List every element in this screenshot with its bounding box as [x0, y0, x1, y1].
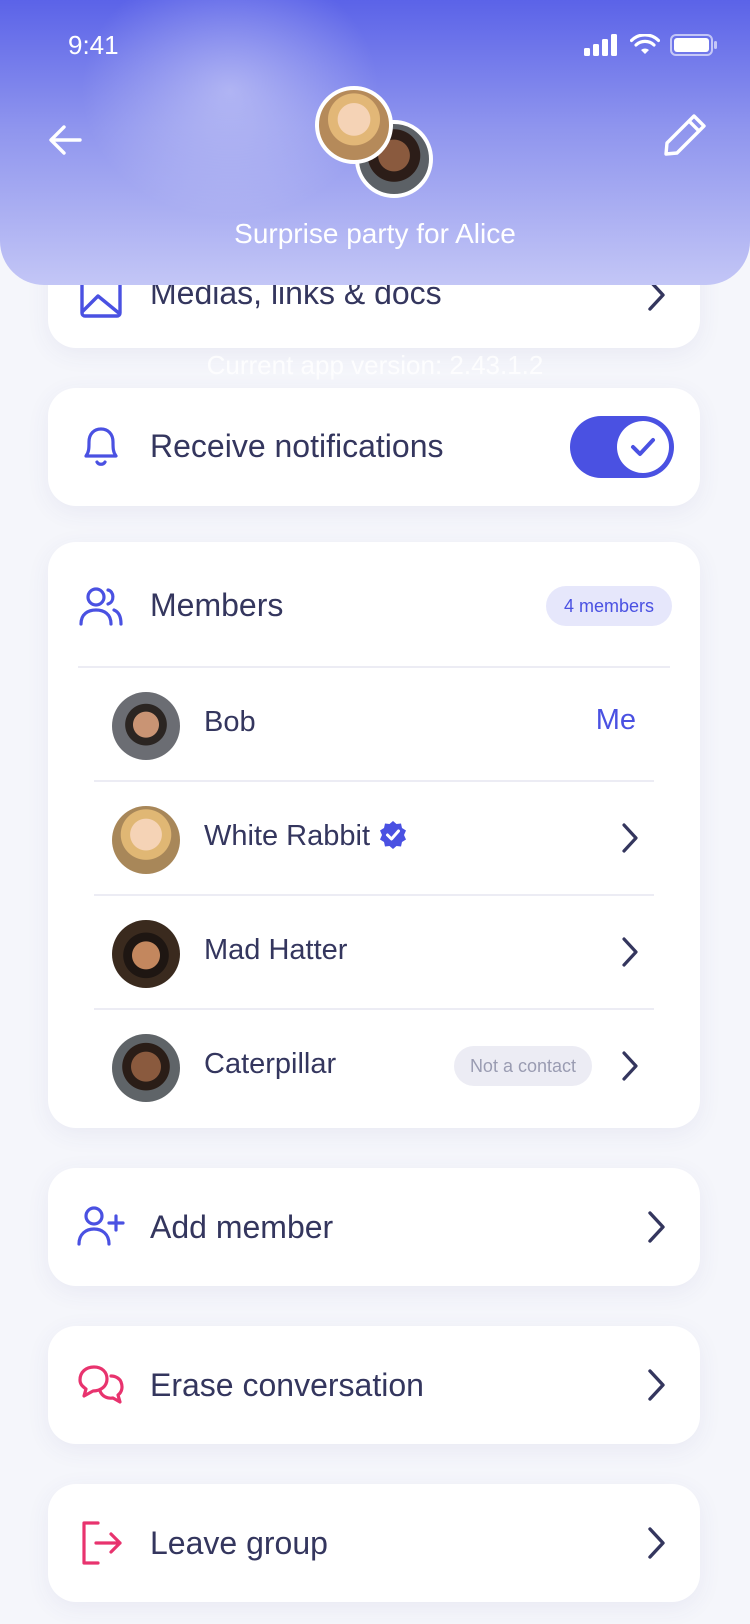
member-row-mad-hatter[interactable]: Mad Hatter [94, 896, 654, 1010]
me-label: Me [595, 704, 636, 736]
check-icon [631, 438, 655, 456]
chevron-right-icon [648, 1211, 665, 1243]
wifi-icon [630, 34, 660, 54]
app-version: Current app version: 2.43.1.2 [206, 350, 544, 380]
chevron-right-icon [648, 1369, 665, 1401]
users-icon [79, 587, 123, 626]
status-icons [584, 34, 718, 56]
member-row-bob[interactable]: Bob Me [94, 668, 654, 782]
logout-icon [82, 1521, 122, 1565]
member-name: Caterpillar [204, 1048, 337, 1080]
notifications-toggle[interactable] [570, 416, 674, 478]
avatar [112, 1034, 180, 1102]
leave-group-row[interactable]: Leave group [48, 1484, 700, 1602]
member-name: Bob [204, 706, 256, 738]
chevron-right-icon [622, 937, 638, 967]
notifications-row: Receive notifications [48, 388, 700, 506]
member-name: Mad Hatter [204, 934, 348, 966]
add-user-icon [77, 1206, 125, 1246]
member-row-white-rabbit[interactable]: White Rabbit [94, 782, 654, 896]
member-row-caterpillar[interactable]: Caterpillar Not a contact [94, 1010, 654, 1124]
battery-icon [670, 34, 717, 56]
group-avatars [315, 86, 435, 198]
signal-icon [584, 34, 617, 56]
erase-conversation-label: Erase conversation [150, 1367, 424, 1403]
avatar [315, 86, 393, 164]
leave-group-label: Leave group [150, 1525, 328, 1561]
avatar [112, 920, 180, 988]
avatar [112, 806, 180, 874]
pencil-icon[interactable] [660, 110, 710, 160]
chevron-right-icon [622, 1051, 638, 1081]
arrow-left-icon[interactable] [44, 118, 88, 162]
group-title: Surprise party for Alice [234, 218, 516, 249]
members-card: Members 4 members Bob Me White Rabbit Ma… [48, 542, 700, 1128]
chat-bubbles-icon [78, 1365, 124, 1404]
members-title: Members [150, 587, 284, 623]
avatar [112, 692, 180, 760]
status-time: 9:41 [68, 30, 119, 60]
verified-badge-icon [380, 821, 406, 849]
chevron-right-icon [648, 1527, 665, 1559]
notifications-label: Receive notifications [150, 428, 444, 464]
toggle-knob [617, 421, 669, 473]
add-member-row[interactable]: Add member [48, 1168, 700, 1286]
add-member-label: Add member [150, 1209, 334, 1245]
bell-icon [84, 427, 118, 466]
not-a-contact-badge: Not a contact [453, 1046, 592, 1086]
members-count-badge: 4 members [545, 586, 672, 626]
member-name: White Rabbit [204, 820, 371, 852]
chevron-right-icon [622, 823, 638, 853]
erase-conversation-row[interactable]: Erase conversation [48, 1326, 700, 1444]
group-header: 9:41 Surprise party for Alice [0, 0, 750, 285]
